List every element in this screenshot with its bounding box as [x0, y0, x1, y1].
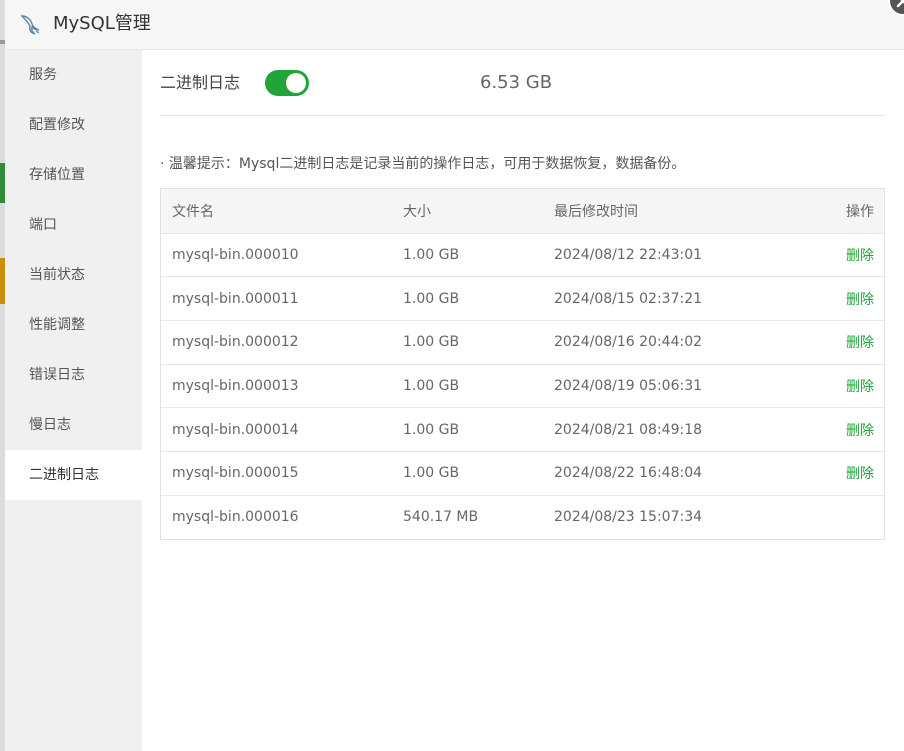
binlog-total-size: 6.53 GB — [480, 72, 553, 93]
titlebar: MySQL管理 — [5, 0, 904, 50]
table-row: mysql-bin.000013 1.00 GB 2024/08/19 05:0… — [161, 364, 884, 409]
delete-button[interactable]: 删除 — [846, 292, 874, 308]
cell-size: 1.00 GB — [392, 233, 543, 278]
sidebar-item-slow-log[interactable]: 慢日志 — [5, 400, 142, 450]
cell-file: mysql-bin.000011 — [161, 276, 392, 321]
dialog-title: MySQL管理 — [53, 13, 151, 34]
header-file: 文件名 — [161, 189, 392, 234]
cell-time: 2024/08/19 05:06:31 — [543, 364, 783, 409]
cell-time: 2024/08/23 15:07:34 — [554, 509, 703, 526]
header-size: 大小 — [392, 189, 543, 234]
delete-button[interactable]: 删除 — [846, 248, 874, 264]
cell-size: 1.00 GB — [392, 320, 543, 365]
mysql-dialog: MySQL管理 服务 配置修改 存储位置 端口 当前状态 性能调整 错误日志 慢… — [5, 0, 904, 751]
table-row: mysql-bin.000010 1.00 GB 2024/08/12 22:4… — [161, 233, 884, 278]
table-row: mysql-bin.000011 1.00 GB 2024/08/15 02:3… — [161, 276, 884, 321]
close-icon — [896, 0, 904, 8]
cell-time: 2024/08/16 20:44:02 — [543, 320, 783, 365]
sidebar: 服务 配置修改 存储位置 端口 当前状态 性能调整 错误日志 慢日志 二进制日志 — [5, 50, 142, 751]
table-row: mysql-bin.000012 1.00 GB 2024/08/16 20:4… — [161, 320, 884, 365]
cell-size: 1.00 GB — [392, 276, 543, 321]
delete-button[interactable]: 删除 — [846, 379, 874, 395]
toggle-knob — [286, 73, 306, 93]
mysql-dolphin-icon — [20, 15, 40, 35]
cell-time: 2024/08/12 22:43:01 — [543, 233, 783, 278]
cell-file: mysql-bin.000010 — [161, 233, 392, 278]
cell-file: mysql-bin.000014 — [161, 407, 392, 452]
binlog-table: 文件名 大小 最后修改时间 操作 mysql-bin.000010 1.00 G… — [160, 188, 885, 540]
delete-button[interactable]: 删除 — [846, 423, 874, 439]
cell-time: 2024/08/15 02:37:21 — [543, 276, 783, 321]
table-row: mysql-bin.000015 1.00 GB 2024/08/22 16:4… — [161, 451, 884, 496]
sidebar-item-port[interactable]: 端口 — [5, 200, 142, 250]
cell-size: 540.17 MB — [403, 509, 479, 526]
header-op: 操作 — [783, 189, 884, 234]
cell-file: mysql-bin.000013 — [161, 364, 392, 409]
binlog-header: 二进制日志 6.53 GB — [160, 70, 885, 96]
table-row: mysql-bin.000014 1.00 GB 2024/08/21 08:4… — [161, 407, 884, 452]
cell-time: 2024/08/21 08:49:18 — [543, 407, 783, 452]
sidebar-item-storage[interactable]: 存储位置 — [5, 150, 142, 200]
table-header-row: 文件名 大小 最后修改时间 操作 — [161, 189, 884, 234]
header-time: 最后修改时间 — [543, 189, 783, 234]
sidebar-item-config[interactable]: 配置修改 — [5, 100, 142, 150]
sidebar-item-status[interactable]: 当前状态 — [5, 250, 142, 300]
binlog-panel: 二进制日志 6.53 GB · 温馨提示：Mysql二进制日志是记录当前的操作日… — [160, 50, 885, 751]
divider — [160, 115, 885, 116]
cell-file: mysql-bin.000016 — [172, 509, 299, 526]
binlog-label: 二进制日志 — [160, 73, 241, 92]
cell-file: mysql-bin.000012 — [161, 320, 392, 365]
delete-button[interactable]: 删除 — [846, 466, 874, 482]
close-button[interactable] — [888, 0, 904, 16]
table-row: mysql-bin.000016 540.17 MB 2024/08/23 15… — [161, 495, 884, 539]
delete-button[interactable]: 删除 — [846, 335, 874, 351]
sidebar-item-error-log[interactable]: 错误日志 — [5, 350, 142, 400]
cell-file: mysql-bin.000015 — [161, 451, 392, 496]
sidebar-item-binlog[interactable]: 二进制日志 — [5, 450, 142, 500]
cell-size: 1.00 GB — [392, 407, 543, 452]
sidebar-item-performance[interactable]: 性能调整 — [5, 300, 142, 350]
cell-time: 2024/08/22 16:48:04 — [543, 451, 783, 496]
sidebar-item-service[interactable]: 服务 — [5, 50, 142, 100]
binlog-toggle[interactable] — [265, 70, 309, 96]
tip-text: · 温馨提示：Mysql二进制日志是记录当前的操作日志，可用于数据恢复，数据备份… — [160, 156, 686, 172]
cell-size: 1.00 GB — [392, 451, 543, 496]
cell-size: 1.00 GB — [392, 364, 543, 409]
